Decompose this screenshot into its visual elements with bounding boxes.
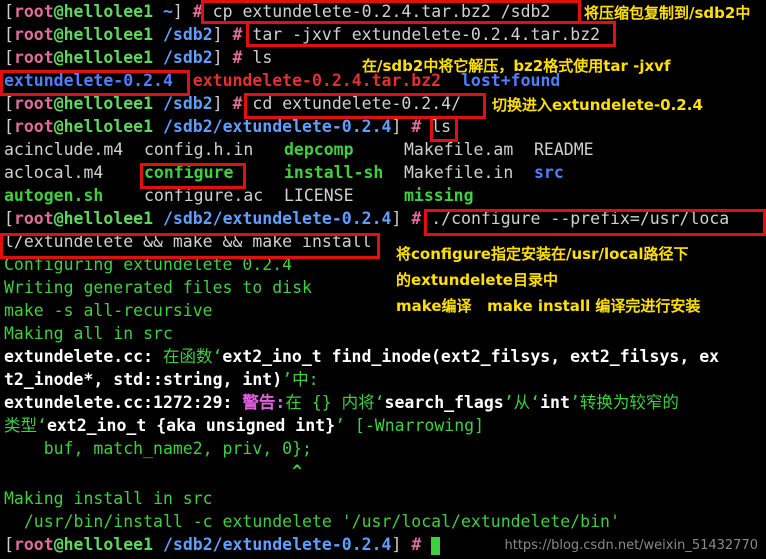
ls-cell: README [534, 140, 594, 159]
ls-row-3: autogen.sh [4, 186, 104, 205]
ls-cell: missing [404, 186, 474, 205]
cursor [431, 536, 441, 555]
ls-cell: Makefile.am [404, 140, 514, 159]
highlight-ls [430, 116, 458, 142]
warning-line: 类型‘ext2_ino_t {aka unsigned int}’ [-Wnar… [4, 416, 485, 435]
highlight-configure-cmd [424, 209, 766, 236]
note-make: make编译 make install 编译完进行安装 [396, 297, 701, 315]
note-configure-2: 的extundelete目录中 [396, 271, 558, 289]
ls-command: ls [252, 48, 273, 67]
ls-cell: install-sh [284, 163, 384, 182]
caret-line: ^ [4, 462, 303, 481]
note-configure: 将configure指定安装在/usr/local路径下 [396, 245, 689, 263]
output-line: Making install in src [4, 489, 213, 508]
warning-line: extundelete.cc:1272:29: 警告:在 {} 内将‘searc… [4, 393, 679, 412]
ls-cell: depcomp [284, 140, 354, 159]
note-copy: 将压缩包复制到/sdb2中 [584, 4, 751, 22]
ls-cell: src [534, 163, 564, 182]
highlight-dir [0, 70, 190, 96]
output-line: extundelete.cc: 在函数‘ext2_ino_t find_inod… [4, 347, 720, 366]
highlight-configure [140, 163, 246, 189]
output-line: /usr/bin/install -c extundelete '/usr/lo… [4, 512, 620, 531]
output-line: Making all in src [4, 324, 173, 343]
ls-cell: config.h.in [144, 140, 254, 159]
output-line: t2_inode*, std::string, int)’中: [4, 370, 319, 389]
output-line: buf, match_name2, priv, 0}; [4, 439, 312, 458]
terminal-line-3: [root@hellolee1 /sdb2] # ls [4, 48, 273, 67]
note-cd: 切换进入extundelete-0.2.4 [492, 96, 703, 114]
terminal-line-final[interactable]: [root@hellolee1 /sdb2/extundelete-0.2.4]… [4, 533, 441, 556]
note-extract: 在/sdb2中将它解压，bz2格式使用tar -jxvf [362, 57, 671, 75]
highlight-configure-wrap [0, 233, 380, 259]
highlight-tar [246, 21, 616, 47]
ls-row-1: acinclude.m4 [4, 140, 124, 159]
ls-row-2: aclocal.m4 [4, 163, 104, 182]
watermark: https://blog.csdn.net/weixin_51432770 [504, 538, 758, 553]
output-line: Writing generated files to disk [4, 278, 312, 297]
ls-cell: Makefile.in [404, 163, 514, 182]
output-line: make -s all-recursive [4, 301, 213, 320]
ls-cell: LICENSE [284, 186, 354, 205]
